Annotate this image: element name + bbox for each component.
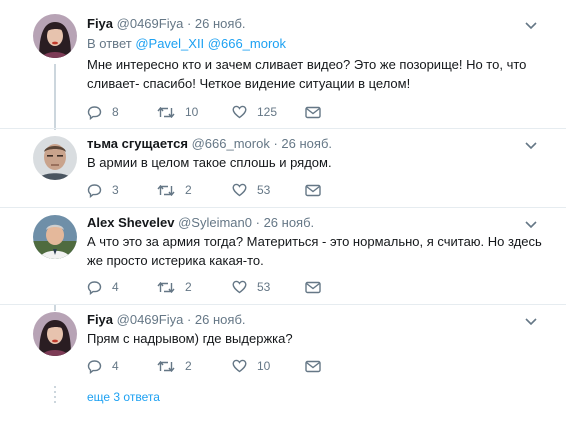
reply-count: 4	[112, 359, 119, 373]
tweet-header: Alex Shevelev @Syleiman0 · 26 нояб.	[87, 215, 314, 231]
retweet-button[interactable]: 10	[157, 103, 198, 121]
reply-button[interactable]: 4	[87, 357, 119, 375]
retweet-count: 10	[185, 105, 199, 119]
reply-icon	[87, 105, 102, 120]
retweet-icon	[157, 359, 175, 374]
reply-context: В ответ @Pavel_XII @666_morok	[87, 36, 286, 52]
retweet-button[interactable]: 2	[157, 181, 192, 199]
tweet[interactable]: Fiya @0469Fiya · 26 нояб. Прям с надрыво…	[0, 305, 566, 385]
heart-icon	[232, 105, 247, 119]
reply-button[interactable]: 8	[87, 103, 119, 121]
chevron-down-icon[interactable]	[524, 138, 538, 150]
like-count: 53	[257, 280, 271, 294]
chevron-down-icon[interactable]	[524, 217, 538, 229]
heart-icon	[232, 280, 247, 294]
retweet-icon	[157, 280, 175, 295]
retweet-button[interactable]: 2	[157, 278, 192, 296]
direct-message-button[interactable]	[305, 357, 321, 375]
like-button[interactable]: 53	[232, 278, 270, 296]
reply-prefix: В ответ	[87, 36, 132, 51]
envelope-icon	[305, 106, 321, 119]
tweet-text: Прям с надрывом) где выдержка?	[87, 331, 293, 346]
tweet-text: А что это за армия тогда? Материться - э…	[87, 234, 542, 268]
more-replies-link[interactable]: еще 3 ответа	[87, 390, 160, 404]
display-name[interactable]: Fiya	[87, 312, 113, 327]
like-button[interactable]: 53	[232, 181, 270, 199]
separator-dot: ·	[273, 136, 278, 151]
show-more-replies[interactable]: еще 3 ответа	[0, 385, 566, 409]
like-count: 53	[257, 183, 271, 197]
reply-icon	[87, 359, 102, 374]
separator-dot: ·	[255, 215, 260, 230]
reply-user-link[interactable]: @Pavel_XII	[135, 36, 204, 51]
tweet[interactable]: Fiya @0469Fiya · 26 нояб. В ответ @Pavel…	[0, 0, 566, 128]
direct-message-button[interactable]	[305, 103, 321, 121]
heart-icon	[232, 183, 247, 197]
reply-count: 3	[112, 183, 119, 197]
timestamp[interactable]: 26 нояб.	[264, 215, 315, 230]
user-handle[interactable]: @0469Fiya	[117, 16, 184, 31]
chevron-down-icon[interactable]	[524, 18, 538, 30]
like-count: 10	[257, 359, 271, 373]
display-name[interactable]: тьма сгущается	[87, 136, 188, 151]
chevron-down-icon[interactable]	[524, 314, 538, 326]
display-name[interactable]: Alex Shevelev	[87, 215, 174, 230]
reply-icon	[87, 183, 102, 198]
reply-count: 8	[112, 105, 119, 119]
tweet-header: тьма сгущается @666_morok · 26 нояб.	[87, 136, 332, 152]
timestamp[interactable]: 26 нояб.	[195, 312, 246, 327]
retweet-count: 2	[185, 280, 192, 294]
retweet-icon	[157, 183, 175, 198]
thread-dots	[54, 386, 56, 406]
retweet-count: 2	[185, 359, 192, 373]
retweet-icon	[157, 105, 175, 120]
timestamp[interactable]: 26 нояб.	[281, 136, 332, 151]
like-button[interactable]: 125	[232, 103, 277, 121]
direct-message-button[interactable]	[305, 278, 321, 296]
man-avatar[interactable]	[33, 136, 77, 180]
retweet-button[interactable]: 2	[157, 357, 192, 375]
like-count: 125	[257, 105, 278, 119]
reply-button[interactable]: 3	[87, 181, 119, 199]
tweet-text: Мне интересно кто и зачем сливает видео?…	[87, 57, 527, 91]
reply-count: 4	[112, 280, 119, 294]
timestamp[interactable]: 26 нояб.	[195, 16, 246, 31]
tweet-text: В армии в целом такое сплошь и рядом.	[87, 155, 332, 170]
tweet[interactable]: тьма сгущается @666_morok · 26 нояб. В а…	[0, 129, 566, 207]
like-button[interactable]: 10	[232, 357, 270, 375]
separator-dot: ·	[186, 312, 192, 327]
woman-avatar[interactable]	[33, 312, 77, 356]
reply-icon	[87, 280, 102, 295]
user-handle[interactable]: @Syleiman0	[178, 215, 252, 230]
direct-message-button[interactable]	[305, 181, 321, 199]
reply-user-link[interactable]: @666_morok	[208, 36, 286, 51]
reply-button[interactable]: 4	[87, 278, 119, 296]
tweet[interactable]: Alex Shevelev @Syleiman0 · 26 нояб. А чт…	[0, 208, 566, 304]
retweet-count: 2	[185, 183, 192, 197]
user-handle[interactable]: @666_morok	[192, 136, 270, 151]
tweet-header: Fiya @0469Fiya · 26 нояб.	[87, 312, 246, 328]
tweet-header: Fiya @0469Fiya · 26 нояб.	[87, 16, 246, 32]
separator-dot: ·	[186, 16, 192, 31]
heart-icon	[232, 359, 247, 373]
envelope-icon	[305, 281, 321, 294]
elder-avatar[interactable]	[33, 215, 77, 259]
envelope-icon	[305, 184, 321, 197]
user-handle[interactable]: @0469Fiya	[117, 312, 184, 327]
envelope-icon	[305, 360, 321, 373]
woman-avatar[interactable]	[33, 14, 77, 58]
display-name[interactable]: Fiya	[87, 16, 113, 31]
